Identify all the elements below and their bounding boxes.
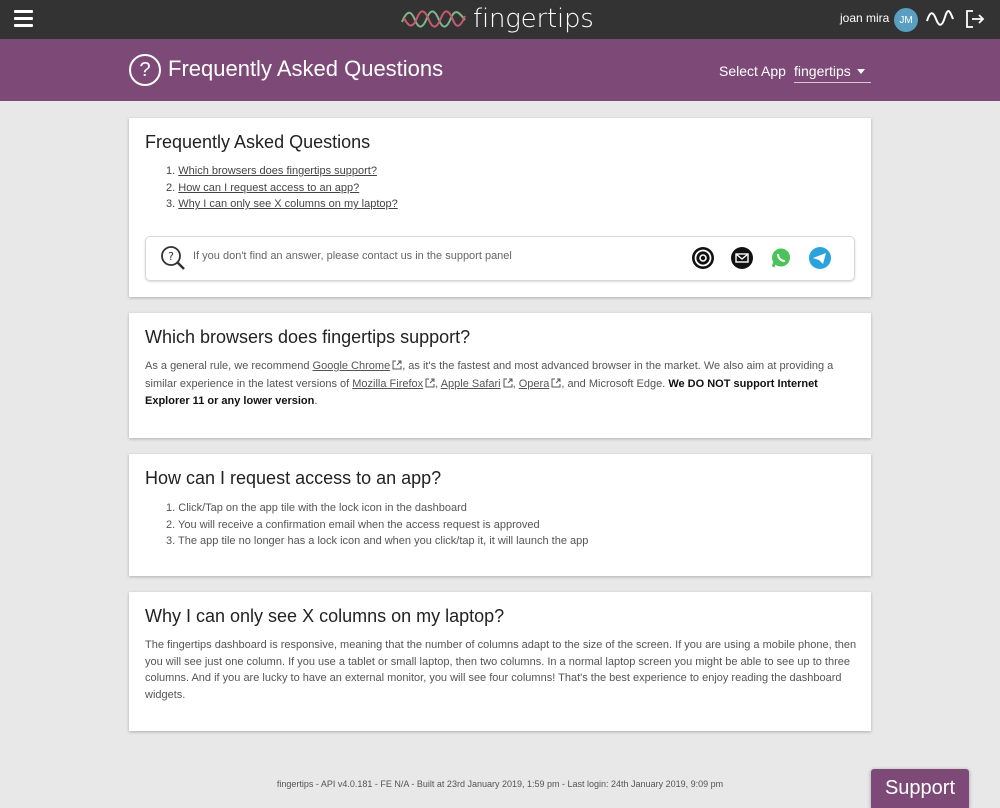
step-number: 1. <box>166 502 176 514</box>
support-button[interactable]: Support <box>871 769 969 808</box>
list-item: 1. Click/Tap on the app tile with the lo… <box>166 500 588 517</box>
workplace-icon[interactable] <box>691 246 715 270</box>
toc-item: 2. How can I request access to an app? <box>166 180 398 197</box>
link-apple-safari[interactable]: Apple Safari <box>441 378 501 390</box>
external-link-icon <box>503 378 513 387</box>
fingertips-wave-logo-icon <box>401 10 466 28</box>
toc-link-access[interactable]: How can I request access to an app? <box>178 182 359 194</box>
step-text: Click/Tap on the app tile with the lock … <box>178 502 467 514</box>
logo[interactable]: fingertips <box>401 4 594 34</box>
avatar[interactable]: JM <box>894 8 918 32</box>
link-mozilla-firefox[interactable]: Mozilla Firefox <box>352 378 423 390</box>
app-select[interactable]: fingertips <box>794 61 871 83</box>
step-number: 3. <box>166 535 176 548</box>
contact-text: If you don't find an answer, please cont… <box>193 250 512 262</box>
footer-build-info: fingertips - API v4.0.181 - FE N/A - Bui… <box>276 779 724 789</box>
faq-columns-card: Why I can only see X columns on my lapto… <box>129 592 871 731</box>
page-title: Frequently Asked Questions <box>168 56 444 81</box>
browsers-text-part: . <box>314 395 318 407</box>
browsers-text-part: , and Microsoft Edge. <box>561 377 669 390</box>
toc-link-columns[interactable]: Why I can only see X columns on my lapto… <box>178 198 398 210</box>
menu-icon[interactable] <box>14 10 33 29</box>
external-link-icon <box>425 378 435 387</box>
step-text: The app tile no longer has a lock icon a… <box>178 535 589 548</box>
list-item: 2. You will receive a confirmation email… <box>166 517 588 534</box>
contact-box: ? If you don't find an answer, please co… <box>145 236 855 281</box>
browsers-text: As a general rule, we recommend Google C… <box>145 358 857 411</box>
toc-number: 3. <box>166 198 176 211</box>
faq-heading: Frequently Asked Questions <box>145 132 371 152</box>
columns-heading: Why I can only see X columns on my lapto… <box>145 606 505 626</box>
external-link-icon <box>551 378 561 387</box>
list-item: 3. The app tile no longer has a lock ico… <box>166 533 588 550</box>
page-header: ? Frequently Asked Questions Select App … <box>0 39 1000 101</box>
toc-number: 2. <box>166 181 176 194</box>
wave-icon[interactable] <box>925 9 955 29</box>
toc-item: 1. Which browsers does fingertips suppor… <box>166 163 398 180</box>
browsers-text-part: As a general rule, we recommend <box>145 360 313 372</box>
step-number: 2. <box>166 518 176 531</box>
select-app-label: Select App <box>719 63 786 79</box>
svg-text:?: ? <box>168 250 174 263</box>
search-question-icon: ? <box>161 246 185 270</box>
faq-toc: 1. Which browsers does fingertips suppor… <box>166 163 398 213</box>
external-link-icon <box>392 360 402 370</box>
access-steps: 1. Click/Tap on the app tile with the lo… <box>166 500 588 550</box>
email-icon[interactable] <box>730 246 754 270</box>
user-name[interactable]: joan mira <box>840 11 889 25</box>
link-google-chrome[interactable]: Google Chrome <box>313 360 391 372</box>
toc-link-browsers[interactable]: Which browsers does fingertips support? <box>178 165 377 177</box>
browsers-heading: Which browsers does fingertips support? <box>145 327 471 347</box>
step-text: You will receive a confirmation email wh… <box>178 518 540 531</box>
faq-index-card: Frequently Asked Questions 1. Which brow… <box>129 118 871 297</box>
logout-icon[interactable] <box>964 9 986 29</box>
whatsapp-icon[interactable] <box>769 246 793 270</box>
faq-browsers-card: Which browsers does fingertips support? … <box>129 313 871 438</box>
faq-access-card: How can I request access to an app? 1. C… <box>129 454 871 576</box>
top-bar: fingertips joan mira JM <box>0 0 1000 39</box>
app-select-value: fingertips <box>794 63 851 79</box>
question-icon: ? <box>129 54 161 86</box>
telegram-icon[interactable] <box>808 246 832 270</box>
toc-number: 1. <box>166 165 176 177</box>
access-heading: How can I request access to an app? <box>145 468 442 488</box>
toc-item: 3. Why I can only see X columns on my la… <box>166 196 398 213</box>
link-opera[interactable]: Opera <box>519 378 550 390</box>
columns-text: The fingertips dashboard is responsive, … <box>145 639 857 701</box>
chevron-down-icon <box>857 69 865 74</box>
logo-text: fingertips <box>473 4 594 34</box>
